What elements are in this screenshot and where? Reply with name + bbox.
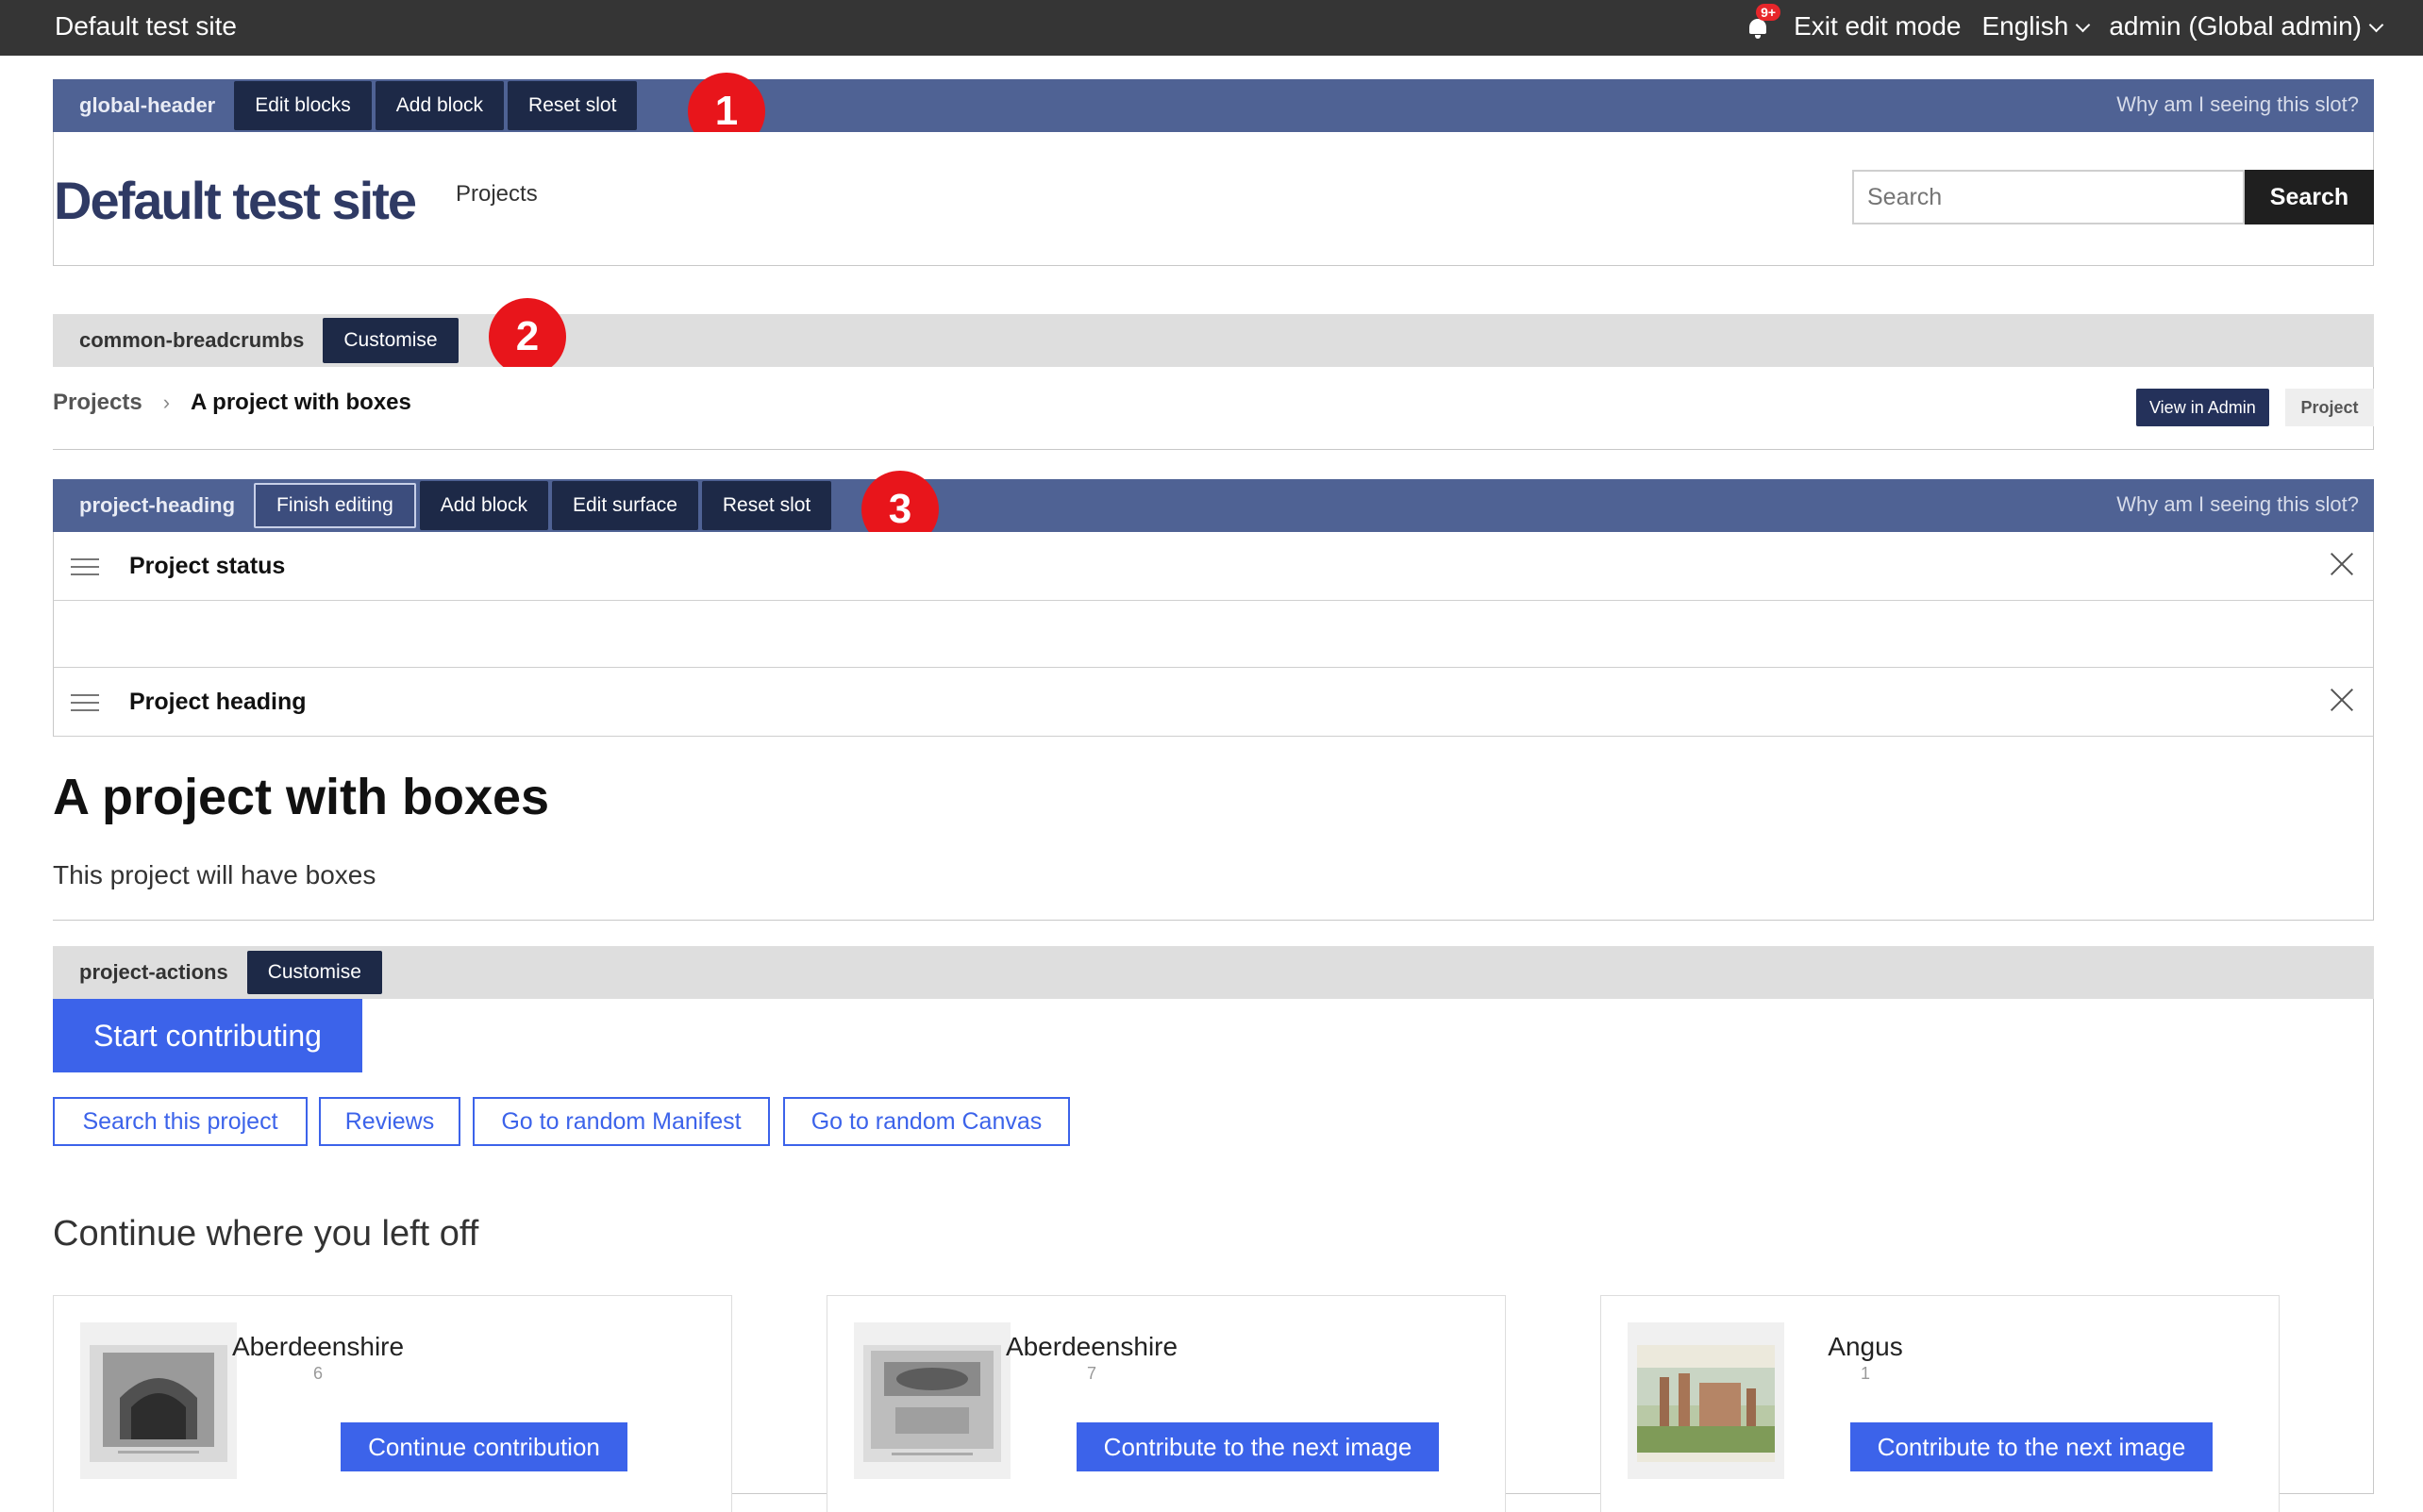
continue-card: Aberdeenshire 6 Continue contribution: [53, 1295, 732, 1512]
notification-badge: 9+: [1756, 4, 1781, 21]
breadcrumb-projects-link[interactable]: Projects: [53, 390, 142, 416]
card-title: Angus: [1828, 1332, 1903, 1361]
block-preview-empty: [53, 601, 2373, 668]
continue-card: Angus 1 Contribute to the next image: [1600, 1295, 2280, 1512]
project-description: This project will have boxes: [53, 860, 376, 889]
drag-handle-icon[interactable]: [71, 694, 99, 717]
exit-edit-mode-link[interactable]: Exit edit mode: [1794, 11, 1961, 42]
card-title: Aberdeenshire: [231, 1332, 405, 1361]
nav-projects-link[interactable]: Projects: [456, 181, 538, 208]
reviews-button[interactable]: Reviews: [319, 1097, 460, 1146]
customise-button[interactable]: Customise: [246, 951, 382, 994]
slot-name: global-header: [79, 93, 216, 117]
edit-surface-button[interactable]: Edit surface: [551, 481, 698, 530]
slot-name: project-heading: [79, 493, 236, 517]
why-seeing-slot-link[interactable]: Why am I seeing this slot?: [2116, 92, 2359, 117]
global-header-panel: Default test site Projects Search: [53, 132, 2374, 266]
chevron-down-icon: [2076, 17, 2091, 33]
site-title[interactable]: Default test site: [55, 11, 237, 42]
continue-card: Aberdeenshire 7 Contribute to the next i…: [827, 1295, 1506, 1512]
language-label: English: [1981, 11, 2069, 41]
language-select[interactable]: English: [1981, 11, 2091, 42]
slot-bar-global-header: global-header Edit blocks Add block Rese…: [53, 79, 2374, 132]
abbey-painting-image: [1637, 1345, 1775, 1462]
start-contributing-button[interactable]: Start contributing: [53, 999, 362, 1072]
continue-contribution-button[interactable]: Continue contribution: [341, 1422, 627, 1471]
breadcrumb-separator-icon: ›: [162, 390, 171, 414]
search-button[interactable]: Search: [2245, 170, 2374, 224]
edit-blocks-button[interactable]: Edit blocks: [234, 81, 372, 130]
why-seeing-slot-link[interactable]: Why am I seeing this slot?: [2116, 492, 2359, 517]
card-title: Aberdeenshire: [1005, 1332, 1178, 1361]
user-menu[interactable]: admin (Global admin): [2109, 11, 2384, 42]
bell-body: [1749, 19, 1767, 34]
block-row-project-heading: Project heading: [53, 668, 2373, 737]
notifications-bell-icon[interactable]: 9+: [1746, 4, 1781, 40]
drag-handle-icon[interactable]: [71, 558, 99, 581]
view-in-admin-button[interactable]: View in Admin: [2136, 389, 2269, 426]
site-logo[interactable]: Default test site: [54, 170, 417, 231]
annotation-marker-2: 2: [489, 298, 566, 375]
project-type-tag: Project: [2285, 389, 2374, 426]
finish-editing-button[interactable]: Finish editing: [254, 483, 416, 528]
slot-name: common-breadcrumbs: [79, 328, 305, 352]
random-manifest-button[interactable]: Go to random Manifest: [473, 1097, 770, 1146]
close-icon[interactable]: [2328, 549, 2356, 577]
card-count: 7: [1086, 1364, 1096, 1383]
card-count: 1: [1860, 1364, 1870, 1383]
bell-clapper: [1755, 35, 1762, 39]
breadcrumb-current: A project with boxes: [191, 390, 411, 415]
block-label: Project status: [129, 553, 286, 579]
slot-bar-common-breadcrumbs: common-breadcrumbs Customise: [53, 314, 2374, 367]
floorplan-engraving-image: [863, 1345, 1001, 1462]
search-input[interactable]: [1852, 170, 2245, 224]
contribute-next-image-button[interactable]: Contribute to the next image: [1077, 1422, 1439, 1471]
add-block-button[interactable]: Add block: [419, 481, 548, 530]
slot-bar-project-heading: project-heading Finish editing Add block…: [53, 479, 2374, 532]
random-canvas-button[interactable]: Go to random Canvas: [783, 1097, 1070, 1146]
reset-slot-button[interactable]: Reset slot: [701, 481, 832, 530]
project-heading-panel: Project status Project heading A project…: [53, 532, 2374, 921]
block-row-project-status: Project status: [53, 532, 2373, 601]
close-icon[interactable]: [2328, 685, 2356, 713]
project-title: A project with boxes: [53, 769, 550, 825]
add-block-button[interactable]: Add block: [375, 81, 505, 130]
top-bar-right: 9+ Exit edit mode English admin (Global …: [1746, 4, 2384, 42]
block-label: Project heading: [129, 689, 307, 715]
slot-bar-project-actions: project-actions Customise: [53, 946, 2374, 999]
user-label: admin (Global admin): [2109, 11, 2362, 41]
breadcrumbs-panel: Projects › A project with boxes View in …: [53, 367, 2374, 450]
card-count: 6: [312, 1364, 323, 1383]
admin-top-bar: Default test site 9+ Exit edit mode Engl…: [0, 0, 2423, 56]
breadcrumb: Projects › A project with boxes: [53, 390, 411, 416]
project-actions-panel: Start contributing Search this project R…: [53, 999, 2374, 1512]
chevron-down-icon: [2368, 17, 2384, 33]
continue-heading: Continue where you left off: [53, 1214, 479, 1254]
customise-button[interactable]: Customise: [323, 318, 459, 363]
slot-name: project-actions: [79, 960, 228, 984]
reset-slot-button[interactable]: Reset slot: [508, 81, 638, 130]
contribute-next-image-button[interactable]: Contribute to the next image: [1850, 1422, 2213, 1471]
arch-engraving-image: [90, 1345, 227, 1462]
search-this-project-button[interactable]: Search this project: [53, 1097, 308, 1146]
